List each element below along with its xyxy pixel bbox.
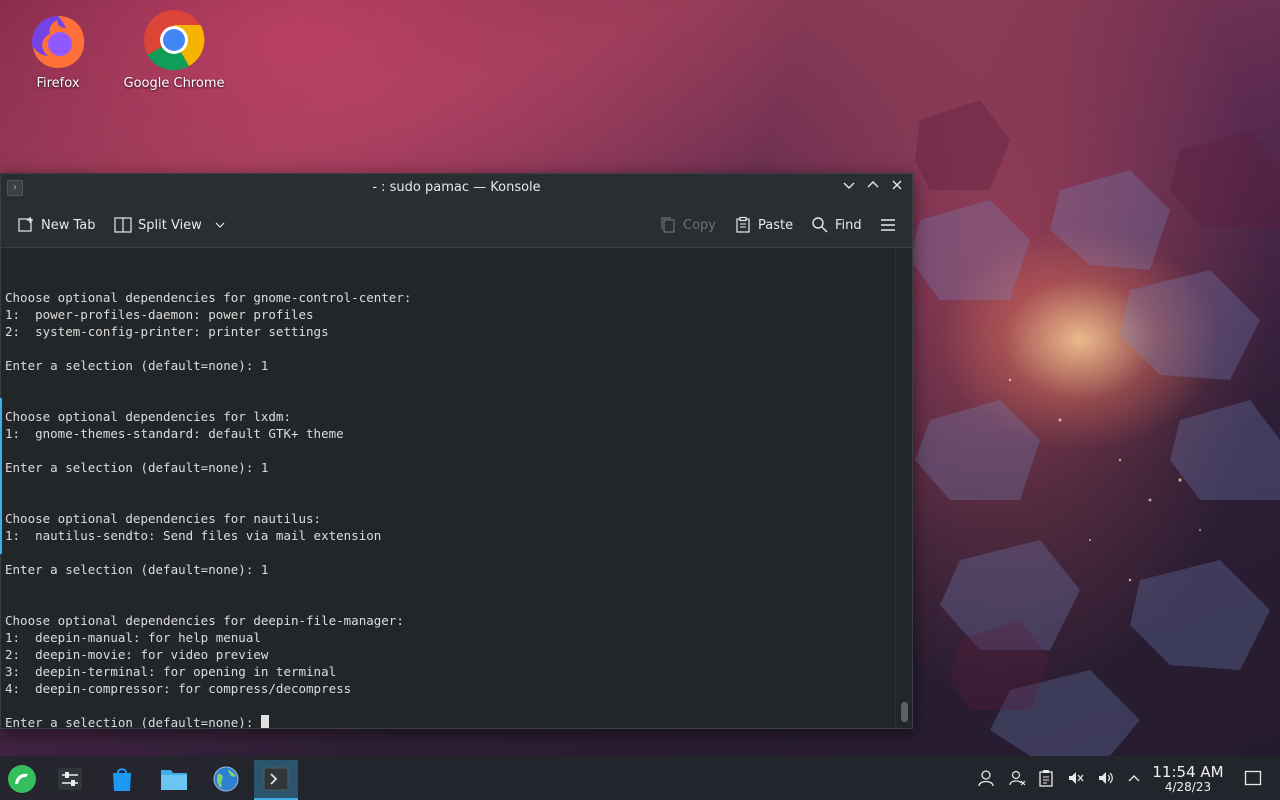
file-manager-icon (161, 770, 187, 790)
clock-time: 11:54 AM (1152, 763, 1224, 781)
close-button[interactable] (888, 179, 906, 197)
app-launcher-icon (8, 765, 36, 793)
konsole-task-button[interactable] (254, 760, 298, 800)
terminal-line: 1: deepin-manual: for help menual (5, 630, 261, 645)
chevron-down-icon (215, 222, 225, 228)
terminal-scrollbar[interactable] (895, 248, 912, 728)
system-settings-button[interactable] (48, 760, 92, 798)
new-tab-label: New Tab (41, 217, 96, 233)
close-icon (892, 180, 902, 190)
terminal-line: Choose optional dependencies for gnome-c… (5, 290, 412, 305)
copy-icon (661, 217, 675, 233)
window-title: - : sudo pamac — Konsole (372, 180, 541, 195)
minimize-button[interactable] (840, 179, 858, 197)
hamburger-menu-icon (881, 219, 895, 231)
firefox-icon (26, 8, 90, 72)
window-edge-accent (0, 398, 2, 554)
find-label: Find (835, 217, 862, 233)
terminal-line: Choose optional dependencies for deepin-… (5, 613, 404, 628)
show-desktop-icon (1244, 770, 1262, 786)
scrollbar-thumb[interactable] (901, 702, 908, 722)
tray-expand-icon (1128, 775, 1140, 782)
user-tray-button[interactable] (976, 768, 996, 788)
user-switch-icon (1009, 770, 1026, 786)
konsole-window: › - : sudo pamac — Konsole New Tab Split… (0, 173, 913, 729)
clipboard-tray-button[interactable] (1036, 768, 1056, 788)
mute-tray-button[interactable] (1066, 768, 1086, 788)
split-view-icon (114, 217, 132, 233)
terminal-line: 2: deepin-movie: for video preview (5, 647, 269, 662)
find-button[interactable]: Find (811, 214, 862, 236)
paste-button[interactable]: Paste (734, 214, 793, 236)
app-launcher-button[interactable] (0, 760, 44, 798)
hamburger-menu-button[interactable] (879, 214, 897, 236)
show-desktop-button[interactable] (1243, 768, 1263, 788)
terminal-line: Enter a selection (default=none): 1 (5, 562, 269, 577)
search-icon (812, 217, 828, 233)
browser-globe-icon (213, 766, 239, 792)
terminal-line: Enter a selection (default=none): 1 (5, 358, 269, 373)
clock-date: 4/28/23 (1164, 780, 1212, 794)
user-icon (978, 770, 994, 787)
volume-icon (1099, 772, 1113, 784)
new-tab-button[interactable]: New Tab (17, 214, 96, 236)
desktop-icon-label: Firefox (36, 76, 80, 91)
desktop-icon-label: Google Chrome (123, 76, 225, 91)
discover-store-icon (113, 768, 131, 791)
terminal-prompt-line: Enter a selection (default=none): (5, 714, 892, 728)
terminal-cursor (260, 715, 269, 728)
terminal-output[interactable]: Choose optional dependencies for gnome-c… (1, 248, 896, 728)
terminal-line: 1: nautilus-sendto: Send files via mail … (5, 528, 382, 543)
volume-tray-button[interactable] (1096, 768, 1116, 788)
user-switch-tray-button[interactable] (1007, 768, 1027, 788)
discover-store-button[interactable] (100, 760, 144, 798)
terminal-line: 3: deepin-terminal: for opening in termi… (5, 664, 337, 679)
taskbar: 11:54 AM 4/28/23 (0, 756, 1280, 800)
chrome-icon (142, 8, 206, 72)
copy-button[interactable]: Copy (659, 214, 716, 236)
browser-button[interactable] (204, 760, 248, 798)
copy-label: Copy (683, 217, 716, 233)
terminal-line: Choose optional dependencies for lxdm: (5, 409, 291, 424)
konsole-toolbar: New Tab Split View Copy Paste Find (1, 202, 912, 248)
terminal-line: Enter a selection (default=none): 1 (5, 460, 269, 475)
maximize-button[interactable] (864, 179, 882, 197)
terminal-line: Choose optional dependencies for nautilu… (5, 511, 322, 526)
new-tab-icon (18, 217, 33, 232)
window-titlebar[interactable]: › - : sudo pamac — Konsole (1, 174, 912, 202)
file-manager-button[interactable] (152, 760, 196, 798)
volume-muted-icon (1069, 772, 1084, 784)
terminal-line: 2: system-config-printer: printer settin… (5, 324, 329, 339)
terminal-line: 4: deepin-compressor: for compress/decom… (5, 681, 352, 696)
split-view-label: Split View (138, 217, 202, 233)
desktop-icon-firefox[interactable]: Firefox (3, 8, 113, 91)
terminal-prompt: Enter a selection (default=none): (5, 715, 261, 728)
chevron-down-icon (843, 182, 855, 189)
tray-expand-button[interactable] (1124, 768, 1144, 788)
clipboard-icon (1039, 770, 1053, 787)
system-settings-icon (58, 768, 82, 790)
terminal-line: 1: gnome-themes-standard: default GTK+ t… (5, 426, 344, 441)
paste-label: Paste (758, 217, 794, 233)
chevron-up-icon (867, 181, 879, 188)
paste-icon (736, 216, 750, 233)
clock[interactable]: 11:54 AM 4/28/23 (1148, 764, 1228, 794)
split-view-button[interactable]: Split View (114, 214, 226, 236)
konsole-icon (263, 767, 289, 791)
desktop-icon-chrome[interactable]: Google Chrome (119, 8, 229, 91)
terminal-line: 1: power-profiles-daemon: power profiles (5, 307, 314, 322)
